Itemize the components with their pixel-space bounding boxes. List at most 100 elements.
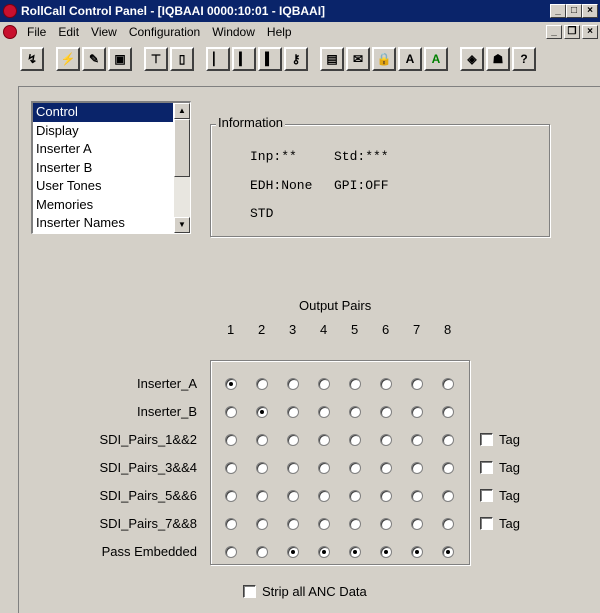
routing-radio[interactable] (318, 518, 330, 530)
routing-radio[interactable] (349, 462, 361, 474)
minimize-button[interactable]: _ (550, 4, 566, 18)
routing-radio[interactable] (256, 462, 268, 474)
connect-tool-icon[interactable]: ↯ (20, 47, 44, 71)
menu-configuration[interactable]: Configuration (123, 25, 206, 39)
routing-radio[interactable] (442, 434, 454, 446)
menu-file[interactable]: File (21, 25, 52, 39)
routing-radio[interactable] (349, 490, 361, 502)
tag-checkbox[interactable] (480, 489, 493, 502)
routing-radio[interactable] (225, 378, 237, 390)
tag-checkbox[interactable] (480, 433, 493, 446)
routing-radio[interactable] (287, 546, 299, 558)
device-tool-icon[interactable]: ▯ (170, 47, 194, 71)
list-item-inserter-b[interactable]: Inserter B (33, 159, 173, 178)
routing-radio[interactable] (225, 406, 237, 418)
routing-radio[interactable] (411, 518, 423, 530)
routing-radio[interactable] (225, 462, 237, 474)
routing-radio[interactable] (349, 406, 361, 418)
routing-radio[interactable] (287, 378, 299, 390)
routing-radio[interactable] (225, 490, 237, 502)
routing-radio[interactable] (225, 518, 237, 530)
maximize-button[interactable]: □ (566, 4, 582, 18)
bar-1-tool-icon[interactable]: ▏ (206, 47, 230, 71)
routing-radio[interactable] (442, 546, 454, 558)
routing-radio[interactable] (411, 546, 423, 558)
routing-radio[interactable] (225, 434, 237, 446)
routing-radio[interactable] (318, 434, 330, 446)
list-item-inserter-a[interactable]: Inserter A (33, 140, 173, 159)
menu-help[interactable]: Help (261, 25, 298, 39)
list-item-display[interactable]: Display (33, 122, 173, 141)
routing-radio[interactable] (318, 546, 330, 558)
routing-radio[interactable] (287, 490, 299, 502)
routing-radio[interactable] (380, 434, 392, 446)
routing-radio[interactable] (442, 462, 454, 474)
routing-radio[interactable] (349, 546, 361, 558)
tag-checkbox[interactable] (480, 461, 493, 474)
routing-radio[interactable] (411, 434, 423, 446)
routing-radio[interactable] (442, 378, 454, 390)
routing-radio[interactable] (256, 518, 268, 530)
routing-radio[interactable] (380, 518, 392, 530)
routing-radio[interactable] (256, 434, 268, 446)
routing-radio[interactable] (411, 406, 423, 418)
list-item-memories[interactable]: Memories (33, 196, 173, 215)
note-tool-icon[interactable]: ✉ (346, 47, 370, 71)
menu-window[interactable]: Window (206, 25, 261, 39)
child-close-button[interactable]: × (582, 25, 598, 39)
help-tool-icon[interactable]: ? (512, 47, 536, 71)
menu-edit[interactable]: Edit (52, 25, 85, 39)
lock-tool-icon[interactable]: 🔒 (372, 47, 396, 71)
list-scrollbar[interactable]: ▲ ▼ (174, 103, 190, 233)
routing-radio[interactable] (318, 406, 330, 418)
list-item-user-tones[interactable]: User Tones (33, 177, 173, 196)
routing-radio[interactable] (380, 378, 392, 390)
list-item-inserter-names[interactable]: Inserter Names (33, 214, 173, 233)
tag-checkbox[interactable] (480, 517, 493, 530)
routing-radio[interactable] (380, 462, 392, 474)
routing-radio[interactable] (380, 490, 392, 502)
routing-radio[interactable] (442, 518, 454, 530)
routing-radio[interactable] (349, 434, 361, 446)
list-item-control[interactable]: Control (33, 103, 173, 122)
routing-radio[interactable] (349, 518, 361, 530)
routing-radio[interactable] (380, 546, 392, 558)
routing-radio[interactable] (287, 518, 299, 530)
routing-radio[interactable] (318, 462, 330, 474)
routing-radio[interactable] (287, 434, 299, 446)
routing-radio[interactable] (349, 378, 361, 390)
routing-radio[interactable] (225, 546, 237, 558)
font-tool-icon[interactable]: A (398, 47, 422, 71)
routing-radio[interactable] (442, 490, 454, 502)
strip-anc-checkbox[interactable] (243, 585, 256, 598)
routing-radio[interactable] (411, 378, 423, 390)
routing-radio[interactable] (318, 490, 330, 502)
routing-radio[interactable] (380, 406, 392, 418)
routing-radio[interactable] (287, 462, 299, 474)
user-tool-icon[interactable]: ☗ (486, 47, 510, 71)
routing-radio[interactable] (256, 490, 268, 502)
save-tool-icon[interactable]: ▣ (108, 47, 132, 71)
bar-2-tool-icon[interactable]: ▎ (232, 47, 256, 71)
menu-view[interactable]: View (85, 25, 123, 39)
lightning-tool-icon[interactable]: ⚡ (56, 47, 80, 71)
scroll-down-icon[interactable]: ▼ (174, 217, 190, 233)
routing-radio[interactable] (442, 406, 454, 418)
routing-radio[interactable] (287, 406, 299, 418)
bar-3-tool-icon[interactable]: ▍ (258, 47, 282, 71)
routing-radio[interactable] (256, 378, 268, 390)
document-icon[interactable] (3, 25, 17, 39)
book-tool-icon[interactable]: ▤ (320, 47, 344, 71)
routing-radio[interactable] (318, 378, 330, 390)
child-restore-button[interactable]: ❐ (564, 25, 580, 39)
font-green-tool-icon[interactable]: A (424, 47, 448, 71)
close-button[interactable]: × (582, 4, 598, 18)
routing-radio[interactable] (256, 406, 268, 418)
eraser-tool-icon[interactable]: ◈ (460, 47, 484, 71)
routing-radio[interactable] (411, 490, 423, 502)
scroll-thumb[interactable] (174, 119, 190, 177)
key-tool-icon[interactable]: ⚷ (284, 47, 308, 71)
scroll-up-icon[interactable]: ▲ (174, 103, 190, 119)
routing-radio[interactable] (256, 546, 268, 558)
network-tool-icon[interactable]: ⊤ (144, 47, 168, 71)
